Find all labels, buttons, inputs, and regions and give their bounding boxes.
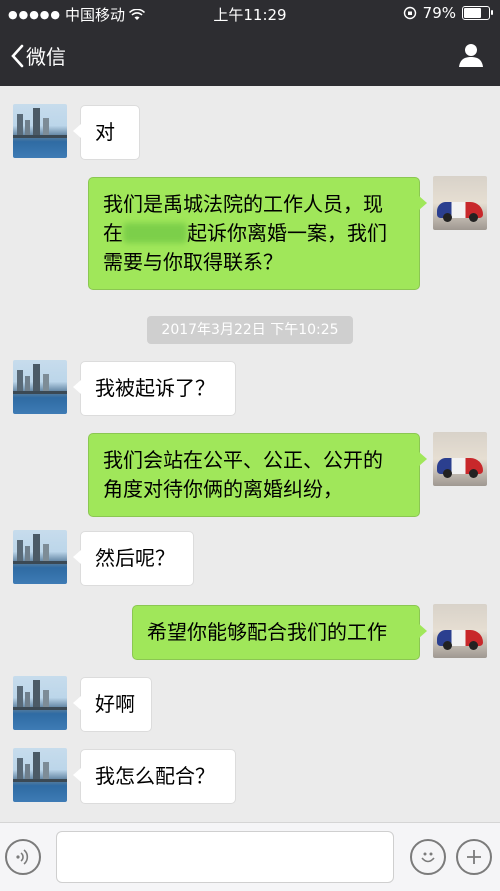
- emoji-button[interactable]: [410, 839, 446, 875]
- back-label: 微信: [26, 45, 66, 69]
- contact-avatar[interactable]: [13, 530, 67, 584]
- profile-button[interactable]: [458, 42, 484, 72]
- orientation-lock-icon: [403, 6, 416, 20]
- user-icon: [459, 44, 483, 67]
- voice-icon: [16, 849, 29, 865]
- contact-avatar[interactable]: [13, 748, 67, 802]
- battery-percent: 79%: [422, 4, 456, 22]
- message-bubble-in[interactable]: 然后呢？: [73, 531, 194, 586]
- plus-icon: [467, 850, 481, 864]
- my-avatar[interactable]: [433, 176, 487, 230]
- message-bubble-out[interactable]: 我们是禹城法院的工作人员，现 在起诉你离婚一案，我们 需要与你取得联系？: [88, 177, 427, 290]
- redacted-blur: [123, 223, 187, 243]
- message-bubble-in[interactable]: 好啊: [73, 677, 152, 732]
- nav-bar: 微信: [0, 28, 500, 86]
- message-bubble-out[interactable]: 我们会站在公平、公正、公开的 角度对待你俩的离婚纠纷，: [88, 433, 427, 517]
- message-input[interactable]: [56, 831, 394, 883]
- chat-area[interactable]: 对 我们是禹城法院的工作人员，现 在起诉你离婚一案，我们 需要与你取得联系？ 2…: [0, 86, 500, 822]
- chevron-left-icon: [11, 44, 24, 67]
- battery-icon: [462, 6, 493, 20]
- more-button[interactable]: [456, 839, 492, 875]
- back-button[interactable]: 微信: [10, 41, 66, 70]
- battery-area: 79%: [403, 4, 493, 22]
- message-bubble-out[interactable]: 希望你能够配合我们的工作: [132, 605, 427, 660]
- emoji-icon: [421, 852, 435, 863]
- input-bar: [0, 822, 500, 891]
- voice-button[interactable]: [5, 839, 41, 875]
- message-bubble-in[interactable]: 对: [73, 105, 140, 160]
- message-bubble-in[interactable]: 我怎么配合？: [73, 749, 236, 804]
- status-bar: ●●●●● 中国移动 上午11:29 79%: [0, 0, 500, 28]
- message-bubble-in[interactable]: 我被起诉了？: [73, 361, 236, 416]
- my-avatar[interactable]: [433, 604, 487, 658]
- timestamp-label: 2017年3月22日 下午10:25: [147, 316, 353, 344]
- contact-avatar[interactable]: [13, 104, 67, 158]
- contact-avatar[interactable]: [13, 676, 67, 730]
- my-avatar[interactable]: [433, 432, 487, 486]
- contact-avatar[interactable]: [13, 360, 67, 414]
